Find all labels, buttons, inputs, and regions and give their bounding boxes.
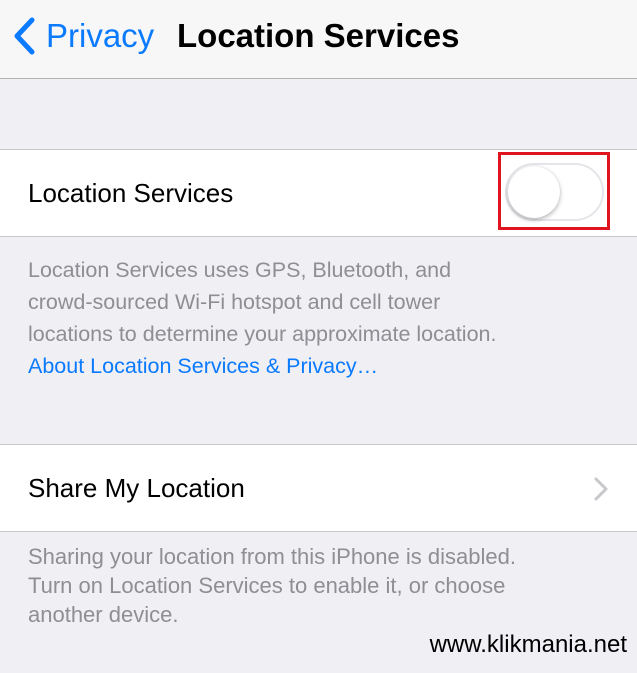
footer-line: another device. — [28, 602, 179, 627]
share-my-location-footer: Sharing your location from this iPhone i… — [28, 542, 618, 629]
location-services-label: Location Services — [28, 177, 234, 208]
location-services-footer: Location Services uses GPS, Bluetooth, a… — [28, 254, 618, 382]
footer-line: crowd-sourced Wi-Fi hotspot and cell tow… — [28, 290, 441, 314]
footer-line: Sharing your location from this iPhone i… — [28, 544, 516, 569]
back-button-label: Privacy — [46, 17, 155, 54]
footer-line: Location Services uses GPS, Bluetooth, a… — [28, 258, 452, 282]
footer-line: Turn on Location Services to enable it, … — [28, 573, 506, 598]
about-location-privacy-link[interactable]: About Location Services & Privacy… — [28, 350, 618, 382]
share-my-location-cell[interactable]: Share My Location — [0, 444, 637, 532]
back-button[interactable]: Privacy — [12, 14, 154, 58]
share-my-location-label: Share My Location — [28, 472, 245, 503]
footer-line: locations to determine your approximate … — [28, 322, 497, 346]
chevron-left-icon — [14, 17, 35, 55]
navigation-bar: Privacy Location Services — [0, 0, 637, 79]
watermark-text: www.klikmania.net — [429, 631, 627, 658]
page-title: Location Services — [177, 17, 460, 54]
chevron-right-icon — [594, 477, 608, 501]
highlight-box — [498, 152, 610, 230]
